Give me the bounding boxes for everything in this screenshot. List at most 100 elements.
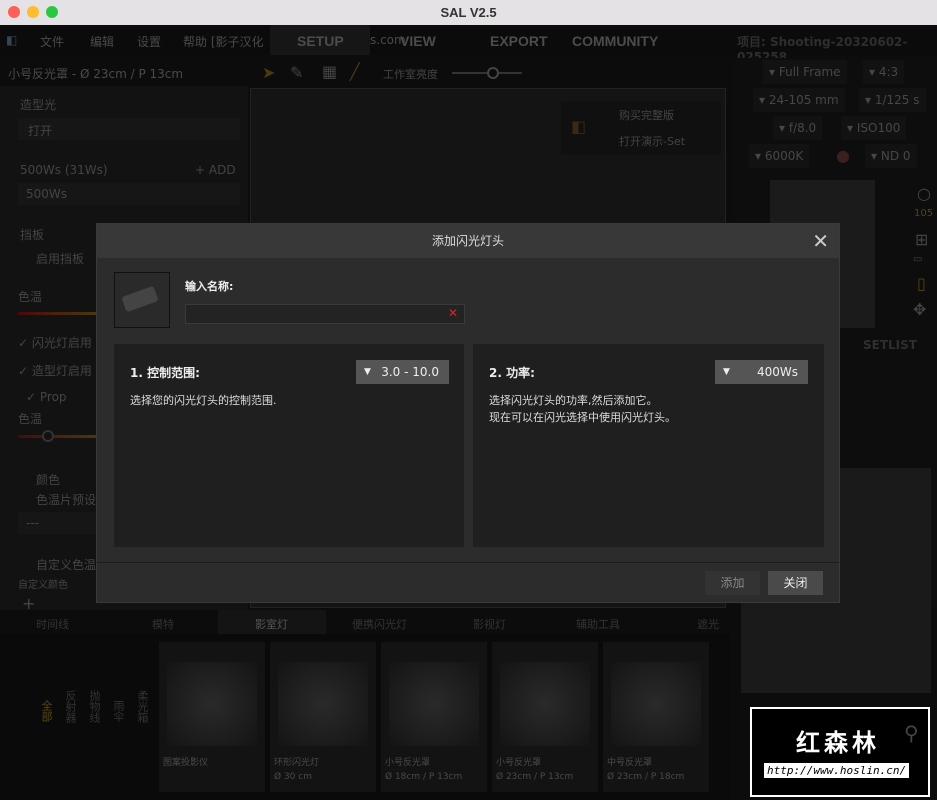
maximize-window-button[interactable]	[46, 6, 58, 18]
color-wheel-icon[interactable]: ●	[836, 146, 850, 165]
color-temp-slider[interactable]	[18, 312, 98, 315]
category-all[interactable]: 全部	[38, 700, 54, 722]
light-thumbnail	[278, 662, 368, 746]
tab-shaders[interactable]: 遮光	[697, 616, 719, 632]
light-card[interactable]: 小号反光罩 Ø 23cm / P 13cm	[492, 642, 598, 792]
prop-checkbox[interactable]: ✓ Prop	[26, 390, 67, 404]
tab-studio-lights[interactable]: 影室灯	[255, 616, 288, 632]
power-select[interactable]: 500Ws	[18, 183, 240, 205]
color-temp2-label: 色温	[18, 412, 43, 426]
tab-community[interactable]: COMMUNITY	[572, 33, 658, 49]
card-sub: Ø 23cm / P 18cm	[607, 772, 685, 782]
menu-settings[interactable]: 设置	[137, 33, 161, 50]
close-icon[interactable]: ✕	[812, 224, 829, 258]
focus-icon[interactable]: ○	[917, 184, 931, 203]
color-temp-label: 色温	[18, 290, 43, 304]
clear-icon[interactable]: ✕	[448, 306, 458, 320]
tab-models[interactable]: 模特	[152, 616, 174, 632]
open-demo-link[interactable]: 打开演示-Set	[619, 133, 685, 149]
card-sub: Ø 18cm / P 13cm	[385, 772, 463, 782]
tab-export[interactable]: EXPORT	[490, 33, 548, 49]
shutter-value: 1/125 s	[874, 93, 920, 107]
histogram-icon[interactable]: ▭	[913, 254, 922, 265]
buy-full-link[interactable]: 购买完整版	[619, 107, 674, 123]
flash-enabled-checkbox[interactable]: ✓ 闪光灯启用	[18, 334, 92, 351]
menu-help[interactable]: 帮助 [影子汉化	[183, 33, 264, 50]
footer-divider	[97, 562, 839, 563]
custom-temp-checkbox[interactable]: 自定义色温	[36, 556, 96, 573]
enable-barndoor-checkbox[interactable]: 启用挡板	[36, 250, 84, 267]
category-parabolic[interactable]: 抛物线	[86, 690, 102, 723]
color-section[interactable]: 颜色	[36, 471, 60, 488]
iso-select[interactable]: ▾ ISO100	[841, 116, 907, 140]
power-title: 2. 功率:	[489, 366, 535, 380]
move-icon[interactable]: ✥	[913, 300, 926, 319]
dialog-header: 添加闪光灯头 ✕	[97, 224, 839, 258]
setlist-tab[interactable]: SETLIST	[863, 338, 917, 352]
minimize-window-button[interactable]	[27, 6, 39, 18]
range-description: 选择您的闪光灯头的控制范围.	[130, 394, 277, 407]
name-label: 输入名称:	[185, 280, 234, 293]
shutter-select[interactable]: ▾ 1/125 s	[859, 88, 926, 112]
app-logo-icon: ◧	[6, 33, 18, 47]
color-temp2-slider[interactable]	[18, 435, 98, 438]
frame-icon[interactable]: ▯	[917, 274, 926, 293]
sal-logo-icon: ◧	[571, 117, 587, 136]
modeling-enabled-label: 造型灯启用	[31, 364, 92, 378]
modeling-select[interactable]: 打开	[18, 118, 240, 140]
gel-value: ---	[26, 516, 39, 530]
name-input[interactable]: ✕	[185, 304, 465, 324]
wb-value: 6000K	[764, 149, 804, 163]
light-card[interactable]: 小号反光罩 Ø 18cm / P 13cm	[381, 642, 487, 792]
close-window-button[interactable]	[8, 6, 20, 18]
menu-edit[interactable]: 编辑	[90, 33, 114, 50]
prop-label: Prop	[39, 390, 67, 404]
light-card[interactable]: 环形闪光灯 Ø 30 cm	[270, 642, 376, 792]
ratio-value: 4:3	[878, 65, 899, 79]
range-dropdown[interactable]: ▼ 3.0 - 10.0	[356, 360, 449, 384]
tab-speedlights[interactable]: 便携闪光灯	[352, 616, 407, 632]
measure-tool-icon[interactable]: ✎	[290, 63, 303, 82]
close-button[interactable]: 关闭	[768, 571, 823, 595]
add-button[interactable]: + ADD	[195, 163, 236, 177]
grid-overlay-icon[interactable]: ⊞	[915, 230, 928, 249]
power-label: 500Ws (31Ws)	[20, 163, 108, 177]
tab-timeline[interactable]: 时间线	[36, 616, 69, 632]
add-button[interactable]: 添加	[705, 571, 760, 595]
tab-setup[interactable]: SETUP	[297, 33, 344, 49]
power-dropdown[interactable]: ▼ 400Ws	[715, 360, 808, 384]
search-icon: ⚲	[904, 721, 919, 745]
ratio-select[interactable]: ▾ 4:3	[863, 60, 905, 84]
nd-select[interactable]: ▾ ND 0	[865, 144, 917, 168]
modeling-enabled-checkbox[interactable]: ✓ 造型灯启用	[18, 362, 92, 379]
category-softbox[interactable]: 柔光箱	[134, 690, 150, 723]
tab-view[interactable]: VIEW	[400, 33, 436, 49]
aperture-value: f/8.0	[788, 121, 817, 135]
window-title: SAL V2.5	[440, 5, 497, 20]
light-card[interactable]: 中号反光罩 Ø 23cm / P 18cm	[603, 642, 709, 792]
brightness-slider-handle[interactable]	[487, 67, 499, 79]
category-umbrella[interactable]: 雨伞	[110, 700, 126, 722]
dialog-title: 添加闪光灯头	[431, 234, 504, 248]
barndoor-label: 挡板	[20, 228, 45, 242]
gel-preset-checkbox[interactable]: 色温片预设	[36, 491, 96, 508]
select-tool-icon[interactable]: ➤	[262, 63, 275, 82]
title-bar: SAL V2.5	[0, 0, 937, 25]
menu-file[interactable]: 文件	[40, 33, 64, 50]
line-tool-icon[interactable]: ╱	[350, 62, 360, 81]
light-thumbnail	[611, 662, 701, 746]
wb-select[interactable]: ▾ 6000K	[749, 144, 810, 168]
card-sub: Ø 30 cm	[274, 772, 312, 782]
light-thumbnail	[500, 662, 590, 746]
tab-accessories[interactable]: 辅助工具	[576, 616, 620, 632]
sensor-select[interactable]: ▾ Full Frame	[763, 60, 847, 84]
light-card[interactable]: 图案投影仪	[159, 642, 265, 792]
category-reflector[interactable]: 反射器	[62, 690, 78, 723]
color-temp2-handle[interactable]	[42, 430, 54, 442]
lens-value: 24-105 mm	[768, 93, 839, 107]
aperture-select[interactable]: ▾ f/8.0	[773, 116, 823, 140]
lens-select[interactable]: ▾ 24-105 mm	[753, 88, 845, 112]
grid-icon[interactable]: ▦	[322, 62, 337, 81]
power-panel: 2. 功率: ▼ 400Ws 选择闪光灯头的功率,然后添加它。 现在可以在闪光选择中…	[473, 344, 824, 547]
tab-video-lights[interactable]: 影视灯	[473, 616, 506, 632]
